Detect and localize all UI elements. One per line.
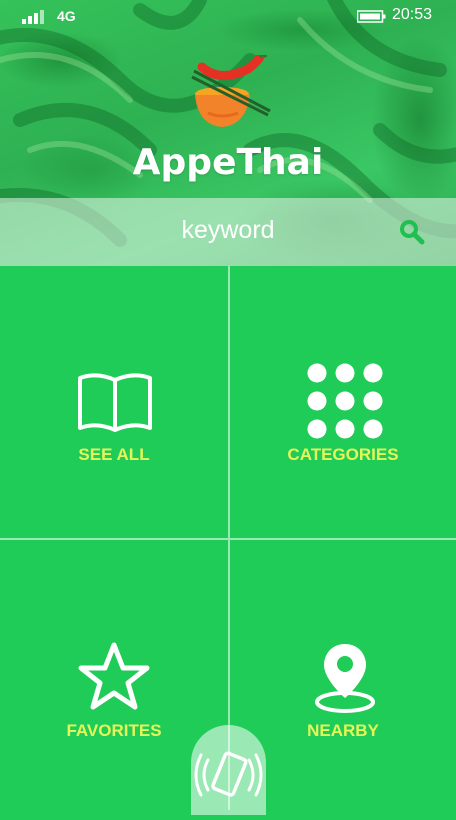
tile-see-all[interactable]: SEE ALL [0, 266, 228, 538]
dot-grid-icon [307, 363, 383, 439]
battery-icon [357, 10, 386, 23]
app-title: AppeThai [132, 142, 324, 183]
search-input[interactable]: keyword [0, 216, 456, 245]
shake-button[interactable] [191, 725, 266, 815]
tile-label: CATEGORIES [287, 445, 399, 464]
clock: 20:53 [392, 6, 433, 23]
open-book-icon [78, 373, 152, 432]
app-logo-icon [191, 55, 271, 127]
search-icon[interactable] [399, 219, 425, 245]
star-icon [78, 642, 150, 710]
network-type: 4G [57, 8, 76, 24]
signal-strength-icon [22, 10, 44, 24]
map-pin-icon [315, 644, 375, 713]
tile-label: SEE ALL [78, 445, 150, 464]
tile-categories[interactable]: CATEGORIES [228, 266, 456, 538]
status-bar: 4G 20:53 [0, 0, 456, 32]
shake-phone-icon [194, 751, 263, 797]
search-bar[interactable]: keyword [0, 198, 456, 266]
